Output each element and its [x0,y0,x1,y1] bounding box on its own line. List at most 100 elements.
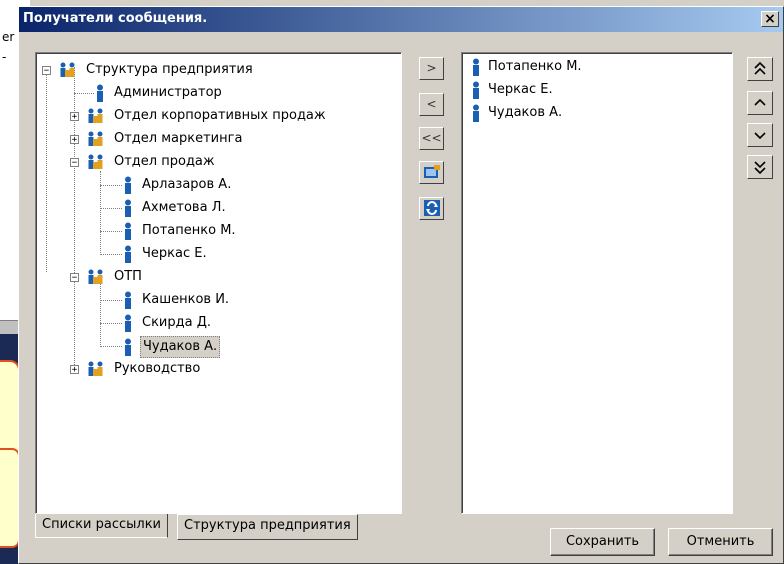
remove-all-label: << [421,131,442,145]
person-icon [125,222,131,240]
recipient-label: Черкас Е. [488,82,553,97]
group-icon [88,154,103,169]
background-text: er [2,30,15,44]
double-chevron-down-icon [754,161,766,175]
address-book-button[interactable] [419,161,444,184]
person-icon [125,176,131,194]
tree-guide-line [100,185,122,186]
recipient-label: Потапенко М. [488,59,582,74]
recipient-label: Чудаков А. [488,105,563,120]
move-down-button[interactable] [747,123,773,147]
close-icon: × [764,11,776,27]
tree-node-label: ОТП [114,269,142,284]
tree-guide-line [100,346,122,347]
tree-node-label: Кашенков И. [142,292,230,307]
group-icon [88,108,103,123]
remove-recipient-button[interactable]: < [419,93,444,116]
tree-node-person[interactable]: Кашенков И. [122,290,231,310]
tree-node-label: Чудаков А. [140,336,221,358]
address-book-icon [423,165,440,178]
tree-node-administrator[interactable]: Администратор [94,83,224,103]
person-icon [125,199,131,217]
tree-node-root[interactable]: Структура предприятия [58,60,255,80]
tree-node-label: Структура предприятия [86,62,253,77]
chevron-down-icon [754,132,766,140]
remove-arrow-label: < [426,97,437,111]
tab-mailing-lists[interactable]: Списки рассылки [35,514,168,538]
person-icon [473,104,479,122]
tree-node-sales[interactable]: Отдел продаж [86,152,217,172]
cancel-button[interactable]: Отменить [668,528,773,556]
tree-node-person-selected[interactable]: Чудаков А. [122,336,221,358]
collapse-toggle[interactable]: − [70,273,79,283]
tree-node-label: Отдел маркетинга [114,131,243,146]
expand-toggle[interactable]: + [70,135,79,145]
tree-node-otp[interactable]: ОТП [86,267,144,287]
tree-guide-line [100,254,122,255]
person-icon [473,81,479,99]
chevron-up-icon [754,98,766,106]
tree-guide-line [100,323,122,324]
tree-node-label: Арлазаров А. [142,177,232,192]
tree-node-label: Ахметова Л. [142,200,226,215]
recipients-dialog: Получатели сообщения. × − Структура пред… [18,6,784,564]
tree-guide-line [46,72,47,272]
group-icon [88,269,103,284]
tree-node-person[interactable]: Черкас Е. [122,244,209,264]
tree-guide-line [74,93,94,94]
move-up-button[interactable] [747,91,773,115]
tree-node-person[interactable]: Арлазаров А. [122,175,233,195]
save-button[interactable]: Сохранить [550,528,655,556]
dialog-title: Получатели сообщения. [23,11,208,26]
tree-node-label: Потапенко М. [142,223,236,238]
tree-node-person[interactable]: Потапенко М. [122,221,238,241]
group-icon [88,131,103,146]
group-icon [88,361,103,376]
tree-node-label: Скирда Д. [142,315,212,330]
person-icon [125,245,131,263]
expand-toggle[interactable]: + [70,112,79,122]
tree-guide-line [100,281,101,345]
cancel-label: Отменить [686,534,755,549]
tab-label: Структура предприятия [184,518,351,533]
tree-guide-line [100,231,122,232]
tree-node-management[interactable]: Руководство [86,359,202,379]
recipient-item[interactable]: Черкас Е. [470,80,555,100]
recipient-item[interactable]: Чудаков А. [470,103,564,123]
group-icon [60,62,75,77]
tree-guide-line [100,300,122,301]
tree-node-label: Отдел корпоративных продаж [114,108,326,123]
tree-guide-line [100,171,101,255]
background-text: - [2,50,7,64]
title-bar[interactable]: Получатели сообщения. × [19,7,783,32]
close-button[interactable]: × [761,11,779,27]
tree-node-person[interactable]: Скирда Д. [122,313,213,333]
tree-node-label: Руководство [114,361,201,376]
move-top-button[interactable] [747,57,773,81]
refresh-button[interactable] [419,197,444,220]
move-bottom-button[interactable] [747,155,773,179]
person-icon [125,338,131,356]
person-icon [125,291,131,309]
recipients-list[interactable]: Потапенко М. Черкас Е. Чудаков А. [461,52,733,514]
person-icon [125,314,131,332]
add-recipient-button[interactable]: > [419,57,444,80]
tree-node-label: Черкас Е. [142,246,207,261]
collapse-toggle[interactable]: − [70,158,79,168]
org-structure-tree[interactable]: − Структура предприятия Администратор + … [35,52,402,514]
tree-node-corporate-sales[interactable]: Отдел корпоративных продаж [86,106,328,126]
callout-shape [0,448,20,548]
tree-node-label: Администратор [114,85,222,100]
refresh-icon [423,200,440,216]
tree-node-person[interactable]: Ахметова Л. [122,198,228,218]
tab-structure[interactable]: Структура предприятия [177,514,358,540]
tree-node-marketing[interactable]: Отдел маркетинга [86,129,244,149]
expand-toggle[interactable]: + [70,365,79,375]
recipient-item[interactable]: Потапенко М. [470,57,584,77]
person-icon [97,84,103,102]
tab-label: Списки рассылки [42,517,161,532]
collapse-toggle[interactable]: − [42,66,51,76]
tree-guide-line [100,208,122,209]
remove-all-button[interactable]: << [419,127,444,150]
add-arrow-label: > [426,61,437,75]
